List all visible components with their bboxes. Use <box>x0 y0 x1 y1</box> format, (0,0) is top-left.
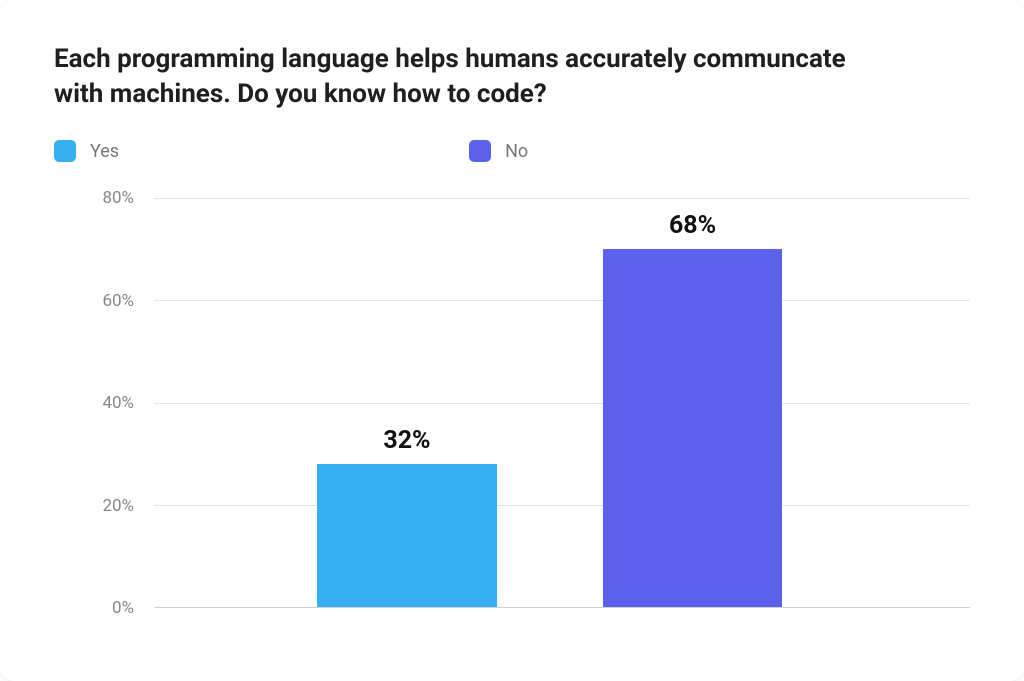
y-tick-0: 0% <box>74 598 134 618</box>
bar-no: 68% <box>603 249 783 607</box>
legend-swatch-no <box>469 140 491 162</box>
chart-title: Each programming language helps humans a… <box>54 42 874 112</box>
y-tick-80: 80% <box>74 188 134 208</box>
plot-area: 32% 68% <box>154 198 970 608</box>
y-tick-60: 60% <box>74 291 134 311</box>
bar-yes: 32% <box>317 464 497 607</box>
y-axis: 80% 60% 40% 20% 0% <box>74 198 134 608</box>
chart-card: Each programming language helps humans a… <box>0 0 1024 681</box>
legend-item-yes: Yes <box>54 140 119 162</box>
y-tick-40: 40% <box>74 393 134 413</box>
legend-label-no: No <box>505 141 528 162</box>
legend-label-yes: Yes <box>90 141 119 162</box>
bars-container: 32% 68% <box>154 198 970 607</box>
legend: Yes No <box>54 140 970 162</box>
bar-label-yes: 32% <box>383 426 430 455</box>
chart-area: 80% 60% 40% 20% 0% 32% 68% <box>84 198 970 608</box>
legend-swatch-yes <box>54 140 76 162</box>
legend-item-no: No <box>469 140 528 162</box>
y-tick-20: 20% <box>74 496 134 516</box>
bar-label-no: 68% <box>669 211 716 240</box>
